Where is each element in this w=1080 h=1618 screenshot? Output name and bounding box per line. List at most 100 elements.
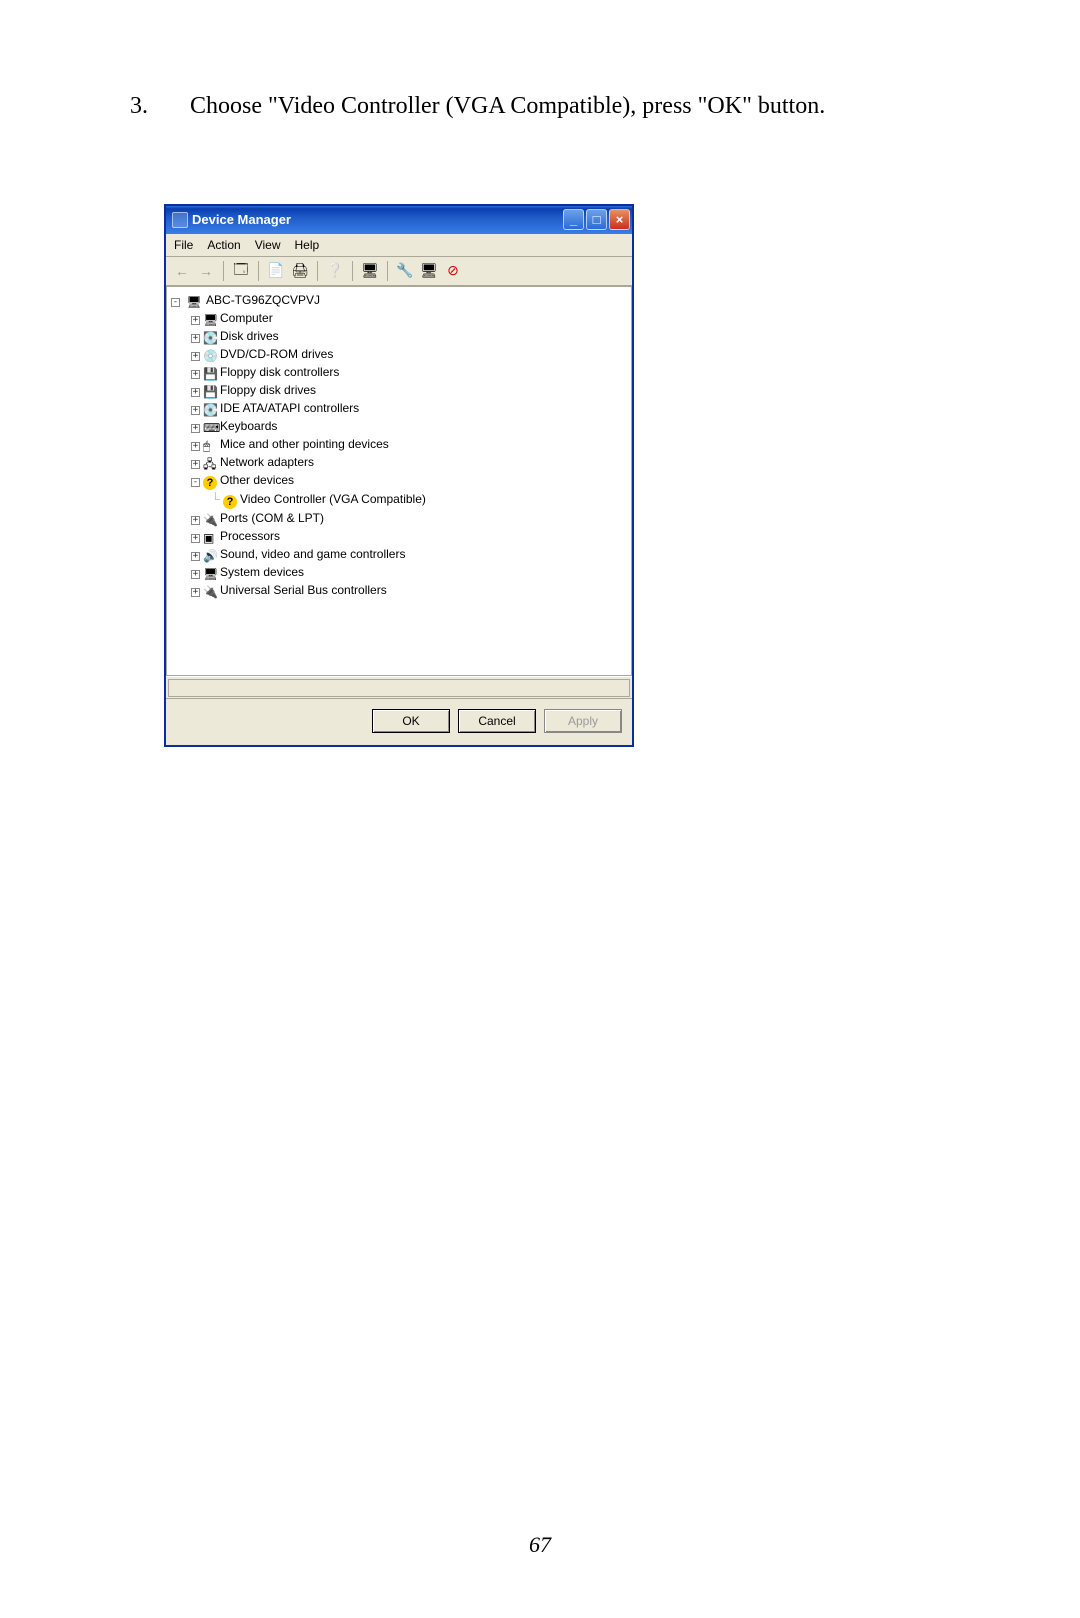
toolbar-separator bbox=[223, 261, 224, 281]
tree-item-label: IDE ATA/ATAPI controllers bbox=[220, 401, 359, 415]
app-icon bbox=[172, 212, 188, 228]
usb-icon: 🔌 bbox=[203, 583, 217, 597]
tree-item-label: Computer bbox=[220, 311, 273, 325]
properties-icon[interactable]: 📄 bbox=[266, 261, 286, 281]
warning-icon: ? bbox=[203, 476, 217, 490]
menu-help[interactable]: Help bbox=[295, 238, 320, 252]
expand-icon[interactable]: + bbox=[191, 316, 200, 325]
window-title: Device Manager bbox=[192, 212, 563, 227]
instruction-text: Choose "Video Controller (VGA Compatible… bbox=[190, 90, 950, 124]
tree-item-network[interactable]: +🖧Network adapters bbox=[171, 453, 627, 471]
tree-item-disk-drives[interactable]: +💽Disk drives bbox=[171, 327, 627, 345]
tree-item-label: Floppy disk controllers bbox=[220, 365, 339, 379]
tree-item-label: Ports (COM & LPT) bbox=[220, 511, 324, 525]
toolbar-separator bbox=[317, 261, 318, 281]
tree-item-label: System devices bbox=[220, 565, 304, 579]
minimize-button[interactable]: _ bbox=[563, 209, 584, 230]
back-icon[interactable]: ← bbox=[172, 261, 192, 281]
tree-item-sound[interactable]: +🔊Sound, video and game controllers bbox=[171, 545, 627, 563]
menubar: File Action View Help bbox=[166, 234, 632, 257]
expand-icon[interactable]: + bbox=[191, 460, 200, 469]
apply-button[interactable]: Apply bbox=[544, 709, 622, 733]
tree-item-ports[interactable]: +🔌Ports (COM & LPT) bbox=[171, 509, 627, 527]
tree-item-label: Floppy disk drives bbox=[220, 383, 316, 397]
computer-icon: 🖥 bbox=[186, 293, 200, 307]
menu-view[interactable]: View bbox=[255, 238, 281, 252]
tree-item-floppy-controllers[interactable]: +💾Floppy disk controllers bbox=[171, 363, 627, 381]
system-icon: 🖥 bbox=[203, 565, 217, 579]
status-bar bbox=[166, 676, 632, 698]
tree-item-system[interactable]: +🖥System devices bbox=[171, 563, 627, 581]
tree-item-floppy-drives[interactable]: +💾Floppy disk drives bbox=[171, 381, 627, 399]
tree-item-other-devices[interactable]: -?Other devices bbox=[171, 471, 627, 490]
sound-icon: 🔊 bbox=[203, 547, 217, 561]
mouse-icon: 🖱 bbox=[203, 437, 217, 451]
menu-file[interactable]: File bbox=[174, 238, 193, 252]
expand-icon[interactable]: + bbox=[191, 424, 200, 433]
expand-icon[interactable]: + bbox=[191, 388, 200, 397]
maximize-button[interactable]: □ bbox=[586, 209, 607, 230]
tree-item-keyboards[interactable]: +⌨Keyboards bbox=[171, 417, 627, 435]
tree-item-ide-atapi[interactable]: +💽IDE ATA/ATAPI controllers bbox=[171, 399, 627, 417]
cancel-button[interactable]: Cancel bbox=[458, 709, 536, 733]
instruction-number: 3. bbox=[130, 90, 190, 124]
expand-icon[interactable]: + bbox=[191, 570, 200, 579]
scan-icon[interactable]: 🖥 bbox=[360, 261, 380, 281]
device-tree[interactable]: - 🖥 ABC-TG96ZQCVPVJ +🖥Computer +💽Disk dr… bbox=[166, 286, 632, 676]
cpu-icon: ▣ bbox=[203, 529, 217, 543]
toolbar-separator bbox=[352, 261, 353, 281]
dialog-button-row: OK Cancel Apply bbox=[166, 698, 632, 745]
tree-item-label: Disk drives bbox=[220, 329, 279, 343]
menu-action[interactable]: Action bbox=[207, 238, 240, 252]
tree-item-label: DVD/CD-ROM drives bbox=[220, 347, 333, 361]
instruction-line: 3. Choose "Video Controller (VGA Compati… bbox=[130, 90, 950, 124]
tree-root-label: ABC-TG96ZQCVPVJ bbox=[206, 293, 320, 307]
cd-icon: 💿 bbox=[203, 347, 217, 361]
tree-item-label: Universal Serial Bus controllers bbox=[220, 583, 387, 597]
tree-item-processors[interactable]: +▣Processors bbox=[171, 527, 627, 545]
collapse-icon[interactable]: - bbox=[171, 298, 180, 307]
disk-icon: 💽 bbox=[203, 329, 217, 343]
port-icon: 🔌 bbox=[203, 511, 217, 525]
close-button[interactable]: × bbox=[609, 209, 630, 230]
tree-root[interactable]: - 🖥 ABC-TG96ZQCVPVJ bbox=[171, 291, 627, 309]
expand-icon[interactable]: + bbox=[191, 588, 200, 597]
expand-icon[interactable]: + bbox=[191, 442, 200, 451]
tree-item-mice[interactable]: +🖱Mice and other pointing devices bbox=[171, 435, 627, 453]
tree-item-label: Sound, video and game controllers bbox=[220, 547, 405, 561]
tree-item-label: Video Controller (VGA Compatible) bbox=[240, 492, 426, 506]
tree-item-label: Processors bbox=[220, 529, 280, 543]
computer-icon: 🖥 bbox=[203, 311, 217, 325]
expand-icon[interactable]: + bbox=[191, 352, 200, 361]
status-inset bbox=[168, 679, 630, 697]
toolbar-separator bbox=[258, 261, 259, 281]
expand-icon[interactable]: + bbox=[191, 406, 200, 415]
uninstall-icon[interactable]: 🖥 bbox=[419, 261, 439, 281]
ok-button[interactable]: OK bbox=[372, 709, 450, 733]
tree-connector: └ bbox=[211, 490, 223, 508]
help-icon[interactable]: ❔ bbox=[325, 261, 345, 281]
tree-item-dvd-cd[interactable]: +💿DVD/CD-ROM drives bbox=[171, 345, 627, 363]
titlebar[interactable]: Device Manager _ □ × bbox=[166, 206, 632, 234]
expand-icon[interactable]: + bbox=[191, 534, 200, 543]
disable-icon[interactable]: ⊘ bbox=[443, 261, 463, 281]
tree-item-video-controller[interactable]: └?Video Controller (VGA Compatible) bbox=[171, 490, 627, 509]
collapse-icon[interactable]: - bbox=[191, 478, 200, 487]
page-number: 67 bbox=[0, 1532, 1080, 1558]
toolbar-icon[interactable]: 🗔 bbox=[231, 261, 251, 281]
forward-icon[interactable]: → bbox=[196, 261, 216, 281]
expand-icon[interactable]: + bbox=[191, 552, 200, 561]
tree-item-label: Keyboards bbox=[220, 419, 277, 433]
expand-icon[interactable]: + bbox=[191, 516, 200, 525]
expand-icon[interactable]: + bbox=[191, 334, 200, 343]
toolbar-icon[interactable]: 🔧 bbox=[395, 261, 415, 281]
tree-item-label: Other devices bbox=[220, 473, 294, 487]
tree-item-label: Mice and other pointing devices bbox=[220, 437, 389, 451]
keyboard-icon: ⌨ bbox=[203, 419, 217, 433]
toolbar: ← → 🗔 📄 🖨 ❔ 🖥 🔧 🖥 ⊘ bbox=[166, 257, 632, 286]
print-icon[interactable]: 🖨 bbox=[290, 261, 310, 281]
tree-item-usb[interactable]: +🔌Universal Serial Bus controllers bbox=[171, 581, 627, 599]
expand-icon[interactable]: + bbox=[191, 370, 200, 379]
controller-icon: 💽 bbox=[203, 401, 217, 415]
tree-item-computer[interactable]: +🖥Computer bbox=[171, 309, 627, 327]
